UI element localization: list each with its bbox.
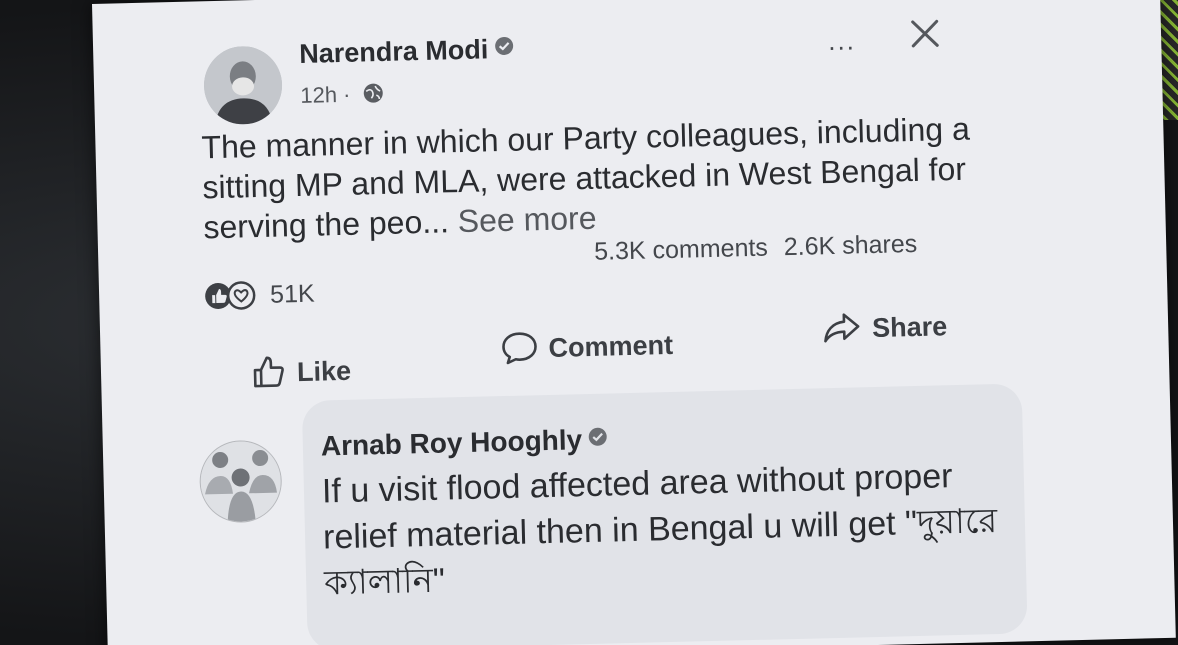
post-time: 12h xyxy=(299,82,338,108)
reactions-count: 51K xyxy=(269,279,315,309)
photo-stage: Narendra Modi 12h · ... The manner in wh… xyxy=(0,0,1178,645)
verified-badge-icon xyxy=(495,36,514,55)
verified-badge-icon xyxy=(589,427,608,446)
post-timestamp-row: 12h · xyxy=(300,81,385,109)
time-separator: · xyxy=(342,81,351,107)
author-avatar[interactable] xyxy=(203,45,283,126)
globe-icon xyxy=(364,83,384,103)
comment-body: If u visit flood affected area without p… xyxy=(321,457,998,603)
comment-button[interactable]: Comment xyxy=(500,326,673,366)
printed-post-paper: Narendra Modi 12h · ... The manner in wh… xyxy=(92,0,1176,645)
see-more-link[interactable]: See more xyxy=(457,200,597,239)
author-avatar-image xyxy=(203,45,283,126)
more-options-icon[interactable]: ... xyxy=(828,25,856,56)
commenter-name-text: Arnab Roy Hooghly xyxy=(320,424,583,462)
commenter-avatar[interactable] xyxy=(198,439,283,524)
like-button-label: Like xyxy=(296,355,352,388)
share-button[interactable]: Share xyxy=(822,307,948,346)
close-icon[interactable] xyxy=(904,13,945,54)
reaction-icons xyxy=(205,281,256,310)
post-author-name-text: Narendra Modi xyxy=(298,34,489,69)
thumbs-up-icon xyxy=(253,356,284,388)
reactions-summary[interactable]: 51K xyxy=(203,279,315,312)
post-author-name[interactable]: Narendra Modi xyxy=(299,34,515,70)
comment-bubble-icon xyxy=(502,332,537,365)
share-arrow-icon xyxy=(824,313,860,343)
love-reaction-icon xyxy=(226,281,256,310)
commenter-avatar-image xyxy=(199,440,282,523)
like-button[interactable]: Like xyxy=(251,352,352,390)
shares-count[interactable]: 2.6K shares xyxy=(783,230,917,261)
share-button-label: Share xyxy=(871,311,948,344)
comment-button-label: Comment xyxy=(548,329,674,363)
comments-count[interactable]: 5.3K comments xyxy=(594,234,768,266)
post-body: The manner in which our Party colleagues… xyxy=(201,107,1024,247)
